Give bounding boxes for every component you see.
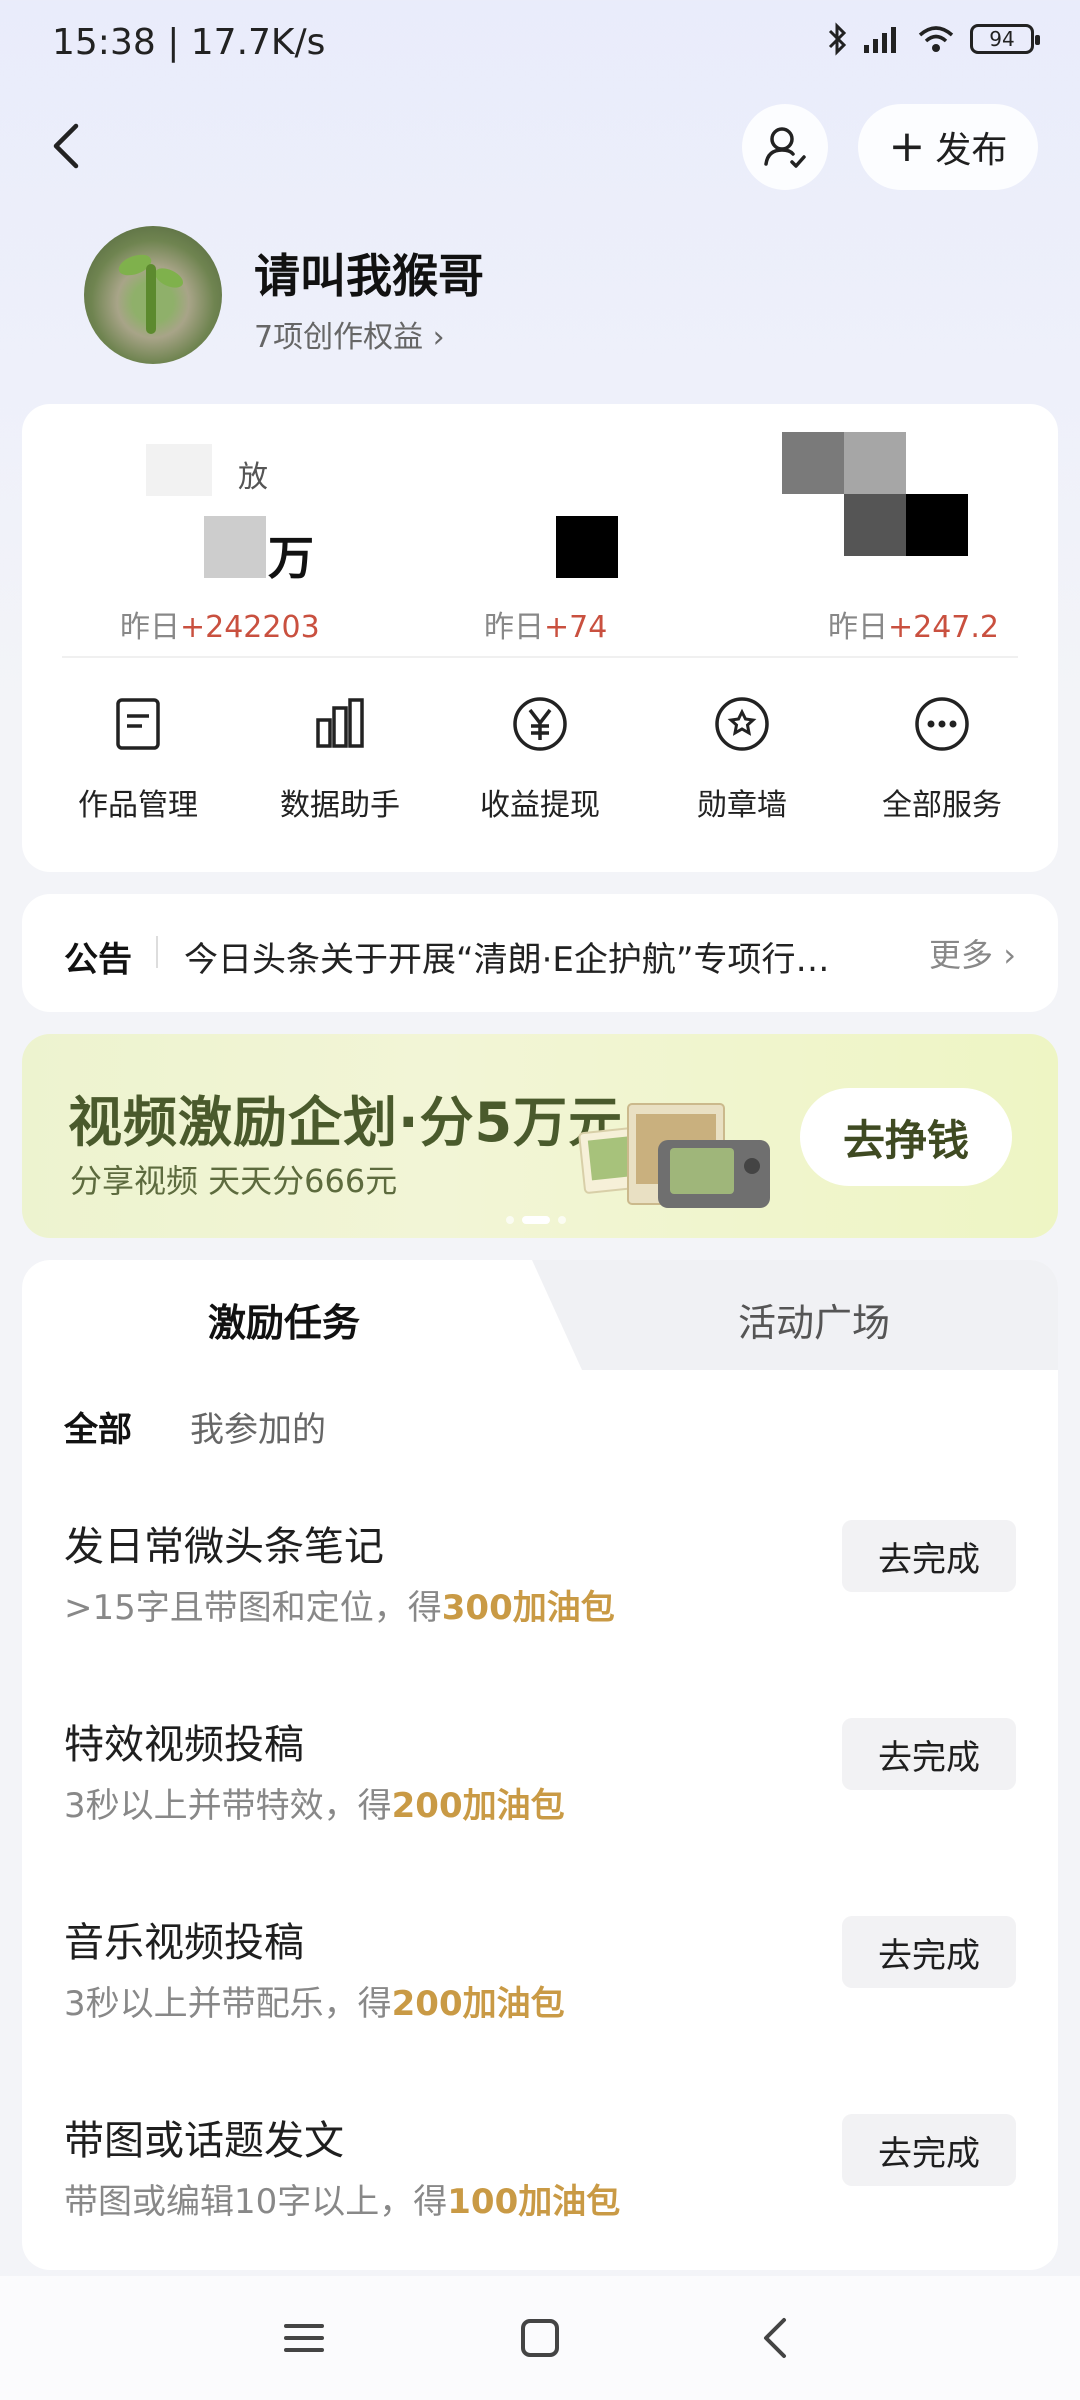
service-all[interactable]: 全部服务 <box>862 694 1022 824</box>
back-icon[interactable] <box>40 118 96 174</box>
announcement-bar[interactable]: 公告 今日头条关于开展“清朗·E企护航”专项行… 更多 › <box>22 894 1058 1012</box>
home-icon[interactable] <box>510 2308 570 2368</box>
menu-icon[interactable] <box>274 2308 334 2368</box>
earn-money-button[interactable]: 去挣钱 <box>800 1088 1012 1186</box>
service-label: 收益提现 <box>480 788 600 823</box>
status-bar: 15:38 | 17.7K/s 94 <box>0 0 1080 92</box>
carousel-indicator <box>506 1216 566 1224</box>
task-name: 特效视频投稿 <box>64 1722 304 1768</box>
task-desc: 3秒以上并带配乐，得200加油包 <box>64 1984 565 2024</box>
filter-joined[interactable]: 我参加的 <box>190 1402 326 1451</box>
complete-task-button[interactable]: 去完成 <box>842 1520 1016 1592</box>
wifi-icon <box>918 26 954 52</box>
signal-icon <box>864 27 896 53</box>
service-works-manage[interactable]: 作品管理 <box>58 694 218 824</box>
creator-rights-label: 7项创作权益 <box>254 320 424 355</box>
task-desc: >15字且带图和定位，得300加油包 <box>64 1588 615 1628</box>
battery-icon: 94 <box>970 24 1040 54</box>
camera-photos-illustration <box>578 1103 770 1208</box>
task-desc: 带图或编辑10字以上，得100加油包 <box>64 2182 621 2222</box>
announcement-more-link[interactable]: 更多 › <box>929 930 1016 976</box>
document-icon <box>116 698 160 750</box>
announcement-tag: 公告 <box>64 940 132 980</box>
task-item: 带图或话题发文 带图或编辑10字以上，得100加油包 去完成 <box>22 2108 1058 2270</box>
stat-earnings-delta: 昨日+247.2 <box>828 610 1000 645</box>
status-icons: 94 <box>826 22 1040 56</box>
service-medal-wall[interactable]: 勋章墙 <box>662 694 822 824</box>
service-data-assistant[interactable]: 数据助手 <box>260 694 420 824</box>
tasks-panel: 激励任务 活动广场 全部 我参加的 发日常微头条笔记 >15字且带图和定位，得3… <box>22 1260 1058 2270</box>
service-label: 作品管理 <box>78 788 198 823</box>
more-icon <box>915 697 969 751</box>
promo-banner[interactable]: 视频激励企划·分5万元 分享视频 天天分666元 去挣钱 <box>22 1034 1058 1238</box>
chevron-right-icon: › <box>432 320 445 355</box>
stat-followers-delta: 昨日+74 <box>484 610 608 645</box>
yuan-icon <box>513 697 567 751</box>
stats-card: 放 万 昨日+242203 昨日+74 昨日+247.2 作品管理 数据助手 收… <box>22 404 1058 872</box>
banner-subtitle: 分享视频 天天分666元 <box>70 1162 398 1200</box>
service-label: 全部服务 <box>882 788 1002 823</box>
complete-task-button[interactable]: 去完成 <box>842 1916 1016 1988</box>
bluetooth-icon <box>828 22 847 56</box>
tab-activity-square[interactable]: 活动广场 <box>738 1292 890 1347</box>
stat-plays[interactable]: 放 万 昨日+242203 <box>100 432 400 645</box>
plus-icon: + <box>888 121 926 172</box>
stat-earnings[interactable]: 昨日+247.2 <box>782 432 1080 645</box>
announcement-text[interactable]: 今日头条关于开展“清朗·E企护航”专项行… <box>184 932 914 981</box>
banner-title: 视频激励企划·分5万元 <box>68 1091 624 1154</box>
bar-chart-icon <box>316 698 364 748</box>
username[interactable]: 请叫我猴哥 <box>254 240 484 306</box>
stat-plays-unit: 万 <box>268 531 314 585</box>
avatar[interactable] <box>84 226 222 364</box>
task-name: 带图或话题发文 <box>64 2118 344 2164</box>
chevron-right-icon: › <box>993 936 1016 974</box>
creator-rights-link[interactable]: 7项创作权益 › <box>254 312 445 356</box>
stat-followers[interactable]: 昨日+74 <box>462 432 762 645</box>
stat-plays-label: 放 <box>238 460 268 495</box>
announcement-separator <box>156 936 158 968</box>
status-time: 15:38 | 17.7K/s <box>52 22 326 63</box>
stat-plays-delta: 昨日+242203 <box>120 610 320 645</box>
task-item: 发日常微头条笔记 >15字且带图和定位，得300加油包 去完成 <box>22 1514 1058 1684</box>
tab-incentive-tasks[interactable]: 激励任务 <box>208 1292 360 1347</box>
service-withdraw[interactable]: 收益提现 <box>460 694 620 824</box>
system-nav-bar <box>0 2276 1080 2400</box>
filter-all[interactable]: 全部 <box>64 1402 132 1451</box>
service-label: 数据助手 <box>280 788 400 823</box>
task-desc: 3秒以上并带特效，得200加油包 <box>64 1786 565 1826</box>
user-settings-button[interactable] <box>742 104 828 190</box>
publish-button[interactable]: + 发布 <box>858 104 1038 190</box>
service-label: 勋章墙 <box>697 788 787 823</box>
publish-label: 发布 <box>935 130 1008 171</box>
task-name: 发日常微头条笔记 <box>64 1524 384 1570</box>
task-item: 特效视频投稿 3秒以上并带特效，得200加油包 去完成 <box>22 1712 1058 1882</box>
complete-task-button[interactable]: 去完成 <box>842 1718 1016 1790</box>
back-nav-icon[interactable] <box>746 2308 806 2368</box>
task-item: 音乐视频投稿 3秒以上并带配乐，得200加油包 去完成 <box>22 1910 1058 2080</box>
stats-divider <box>62 656 1018 658</box>
user-check-icon <box>764 127 806 168</box>
task-name: 音乐视频投稿 <box>64 1920 304 1966</box>
complete-task-button[interactable]: 去完成 <box>842 2114 1016 2186</box>
medal-icon <box>715 697 769 751</box>
